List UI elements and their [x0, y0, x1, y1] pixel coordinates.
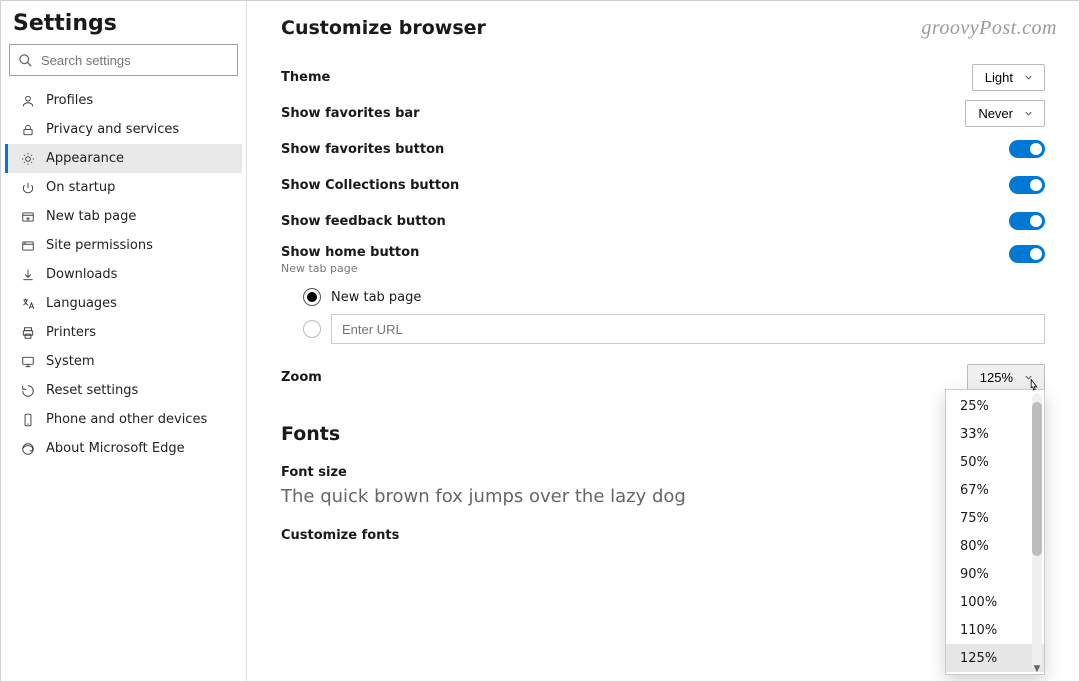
sidebar-item-label: Reset settings — [46, 383, 138, 398]
feedback-button-label: Show feedback button — [281, 214, 446, 229]
zoom-option[interactable]: 110% — [946, 616, 1044, 644]
reset-icon — [20, 384, 36, 398]
sidebar-item-label: Languages — [46, 296, 117, 311]
cursor-pointer-icon — [1024, 376, 1040, 396]
sidebar-item-label: New tab page — [46, 209, 136, 224]
search-input-wrap[interactable] — [9, 44, 238, 76]
sidebar-item-label: Printers — [46, 325, 96, 340]
sidebar-item-label: Privacy and services — [46, 122, 179, 137]
zoom-label: Zoom — [281, 370, 322, 385]
zoom-value: 125% — [980, 370, 1013, 385]
settings-main: groovyPost.com Customize browser Theme L… — [247, 1, 1079, 681]
home-newtab-label: New tab page — [331, 290, 421, 305]
customize-fonts-label[interactable]: Customize fonts — [281, 528, 399, 543]
favorites-button-toggle[interactable] — [1009, 140, 1045, 158]
phone-icon — [20, 413, 36, 427]
home-url-input[interactable] — [331, 314, 1045, 344]
watermark: groovyPost.com — [921, 17, 1057, 40]
zoom-option[interactable]: 80% — [946, 532, 1044, 560]
collections-button-label: Show Collections button — [281, 178, 459, 193]
sidebar-item-about-microsoft-edge[interactable]: About Microsoft Edge — [5, 434, 242, 463]
zoom-option[interactable]: 25% — [946, 392, 1044, 420]
sidebar-item-downloads[interactable]: Downloads — [5, 260, 242, 289]
theme-label: Theme — [281, 70, 330, 85]
scrollbar-thumb[interactable] — [1032, 402, 1042, 556]
search-icon — [18, 53, 33, 68]
zoom-option[interactable]: 50% — [946, 448, 1044, 476]
settings-title: Settings — [5, 11, 242, 44]
zoom-option[interactable]: 100% — [946, 588, 1044, 616]
chevron-down-icon — [1023, 72, 1034, 83]
chevron-down-icon — [1023, 108, 1034, 119]
appearance-icon — [20, 152, 36, 166]
zoom-option[interactable]: 75% — [946, 504, 1044, 532]
system-icon — [20, 355, 36, 369]
sidebar-item-phone-and-other-devices[interactable]: Phone and other devices — [5, 405, 242, 434]
settings-nav: Profiles Privacy and services Appearance On… — [5, 86, 242, 463]
lock-icon — [20, 123, 36, 137]
sidebar-item-label: Profiles — [46, 93, 93, 108]
zoom-options-list: 25%33%50%67%75%80%90%100%110%125% ▲ ▼ — [945, 389, 1045, 675]
sidebar-item-label: Site permissions — [46, 238, 153, 253]
sidebar-item-label: On startup — [46, 180, 115, 195]
theme-dropdown[interactable]: Light — [972, 64, 1045, 91]
search-input[interactable] — [41, 53, 229, 68]
sidebar-item-label: System — [46, 354, 94, 369]
home-button-sublabel: New tab page — [281, 262, 419, 275]
fonts-heading: Fonts — [281, 423, 1045, 445]
home-newtab-radio[interactable] — [303, 288, 321, 306]
font-sample: The quick brown fox jumps over the lazy … — [281, 480, 686, 507]
sidebar-item-on-startup[interactable]: On startup — [5, 173, 242, 202]
scroll-down-arrow[interactable]: ▼ — [1033, 664, 1041, 672]
feedback-button-toggle[interactable] — [1009, 212, 1045, 230]
person-icon — [20, 94, 36, 108]
printer-icon — [20, 326, 36, 340]
languages-icon — [20, 297, 36, 311]
home-button-toggle[interactable] — [1009, 245, 1045, 263]
sidebar-item-system[interactable]: System — [5, 347, 242, 376]
zoom-option[interactable]: 67% — [946, 476, 1044, 504]
zoom-option[interactable]: 33% — [946, 420, 1044, 448]
theme-value: Light — [985, 70, 1013, 85]
sidebar-item-printers[interactable]: Printers — [5, 318, 242, 347]
site-icon — [20, 239, 36, 253]
favorites-bar-value: Never — [978, 106, 1013, 121]
sidebar-item-label: Appearance — [46, 151, 124, 166]
sidebar-item-label: Phone and other devices — [46, 412, 207, 427]
sidebar-item-privacy-and-services[interactable]: Privacy and services — [5, 115, 242, 144]
sidebar-item-profiles[interactable]: Profiles — [5, 86, 242, 115]
collections-button-toggle[interactable] — [1009, 176, 1045, 194]
favorites-bar-dropdown[interactable]: Never — [965, 100, 1045, 127]
sidebar-item-site-permissions[interactable]: Site permissions — [5, 231, 242, 260]
edge-icon — [20, 442, 36, 456]
settings-sidebar: Settings Profiles Privacy and services App… — [1, 1, 247, 681]
zoom-option[interactable]: 90% — [946, 560, 1044, 588]
home-button-label: Show home button — [281, 245, 419, 260]
sidebar-item-appearance[interactable]: Appearance — [5, 144, 242, 173]
sidebar-item-languages[interactable]: Languages — [5, 289, 242, 318]
favorites-bar-label: Show favorites bar — [281, 106, 420, 121]
favorites-button-label: Show favorites button — [281, 142, 444, 157]
sidebar-item-new-tab-page[interactable]: New tab page — [5, 202, 242, 231]
newtab-icon — [20, 210, 36, 224]
sidebar-item-label: About Microsoft Edge — [46, 441, 185, 456]
power-icon — [20, 181, 36, 195]
font-size-label: Font size — [281, 465, 347, 480]
sidebar-item-label: Downloads — [46, 267, 117, 282]
sidebar-item-reset-settings[interactable]: Reset settings — [5, 376, 242, 405]
download-icon — [20, 268, 36, 282]
home-url-radio[interactable] — [303, 320, 321, 338]
zoom-option[interactable]: 125% — [946, 644, 1044, 672]
